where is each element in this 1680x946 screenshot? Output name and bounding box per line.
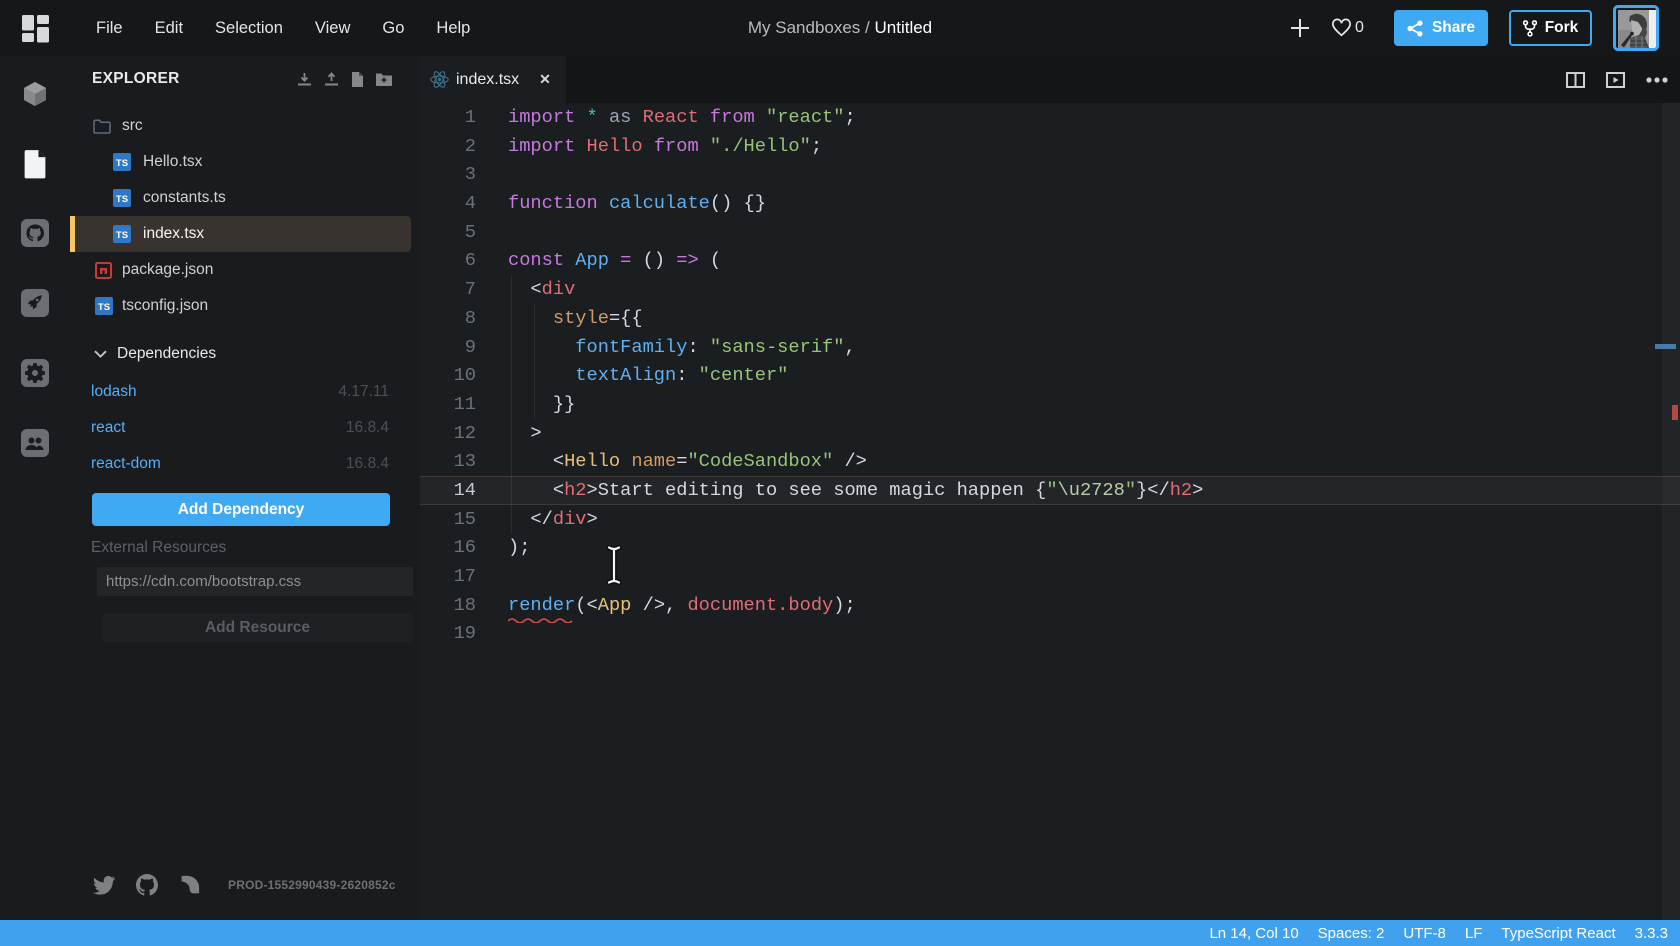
- svg-text:TS: TS: [98, 302, 110, 313]
- svg-text:TS: TS: [116, 158, 128, 169]
- svg-text:TS: TS: [116, 194, 128, 205]
- svg-text:TS: TS: [116, 230, 128, 241]
